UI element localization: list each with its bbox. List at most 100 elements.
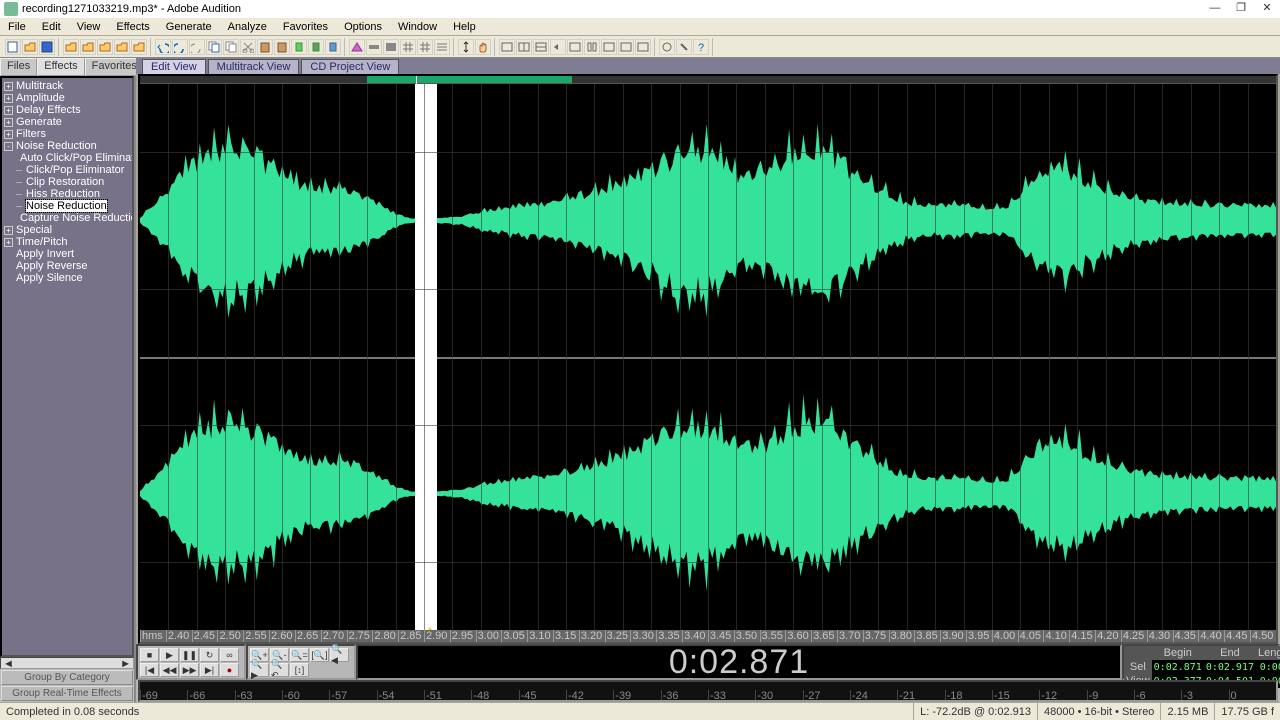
zoom-prev-icon[interactable]: 🔍↶	[270, 663, 289, 677]
menu-effects[interactable]: Effects	[108, 18, 157, 35]
tree-item[interactable]: Hiss Reduction	[2, 188, 132, 200]
open-file-icon[interactable]	[22, 39, 38, 55]
tree-label[interactable]: Apply Silence	[16, 272, 83, 284]
level-meter[interactable]: -69-66-63-60-57-54-51-48-45-42-39-36-33-…	[138, 680, 1278, 702]
menu-favorites[interactable]: Favorites	[275, 18, 336, 35]
minimize-button[interactable]: —	[1208, 2, 1222, 16]
left-tab-effects[interactable]: Effects	[37, 58, 84, 76]
marker-icon[interactable]	[325, 39, 341, 55]
tree-item[interactable]: +Time/Pitch	[2, 236, 132, 248]
tree-label[interactable]: Apply Invert	[16, 248, 74, 260]
waveform-canvas[interactable]	[140, 84, 1276, 630]
overview-bar[interactable]	[140, 76, 1276, 84]
view-tab-multitrack-view[interactable]: Multitrack View	[208, 59, 300, 74]
expand-toggle-icon[interactable]: +	[4, 106, 13, 115]
zoom-in-left-icon[interactable]: 🔍◀	[330, 648, 349, 662]
cut-icon[interactable]	[240, 39, 256, 55]
panel1-icon[interactable]	[499, 39, 515, 55]
grid3-icon[interactable]	[434, 39, 450, 55]
trim-icon[interactable]	[291, 39, 307, 55]
paste-icon[interactable]	[257, 39, 273, 55]
tree-scrollbar[interactable]: ◄►	[0, 657, 134, 669]
tree-label[interactable]: Multitrack	[16, 80, 63, 92]
tree-label[interactable]: Time/Pitch	[16, 236, 68, 248]
tree-label[interactable]: Capture Noise Reduction Profile	[20, 212, 134, 224]
copy-new-icon[interactable]	[206, 39, 222, 55]
waveform-display[interactable]: hms2.402.452.502.552.602.652.702.752.802…	[138, 74, 1278, 644]
tree-label[interactable]: Apply Reverse	[16, 260, 88, 272]
sel-begin[interactable]: 0:02.871	[1152, 660, 1204, 674]
tree-label[interactable]: Generate	[16, 116, 62, 128]
tree-item[interactable]: Auto Click/Pop Eliminator	[2, 152, 132, 164]
tree-item[interactable]: Noise Reduction	[2, 200, 132, 212]
redo-all-icon[interactable]	[189, 39, 205, 55]
tree-item[interactable]: +Delay Effects	[2, 104, 132, 116]
zoom-vert-icon[interactable]: [↕]	[290, 663, 309, 677]
settings-icon[interactable]	[659, 39, 675, 55]
loop-toggle-button[interactable]: ∞	[220, 648, 239, 662]
tree-label[interactable]: Special	[16, 224, 52, 236]
tree-item[interactable]: +Filters	[2, 128, 132, 140]
save-file-icon[interactable]	[39, 39, 55, 55]
open-multi-icon[interactable]	[63, 39, 79, 55]
tree-item[interactable]: Clip Restoration	[2, 176, 132, 188]
panel6-icon[interactable]	[584, 39, 600, 55]
time-ruler[interactable]: hms2.402.452.502.552.602.652.702.752.802…	[140, 630, 1276, 642]
expand-toggle-icon[interactable]: +	[4, 226, 13, 235]
left-tab-files[interactable]: Files	[0, 58, 37, 76]
panel7-icon[interactable]	[601, 39, 617, 55]
effects-tree[interactable]: +Multitrack+Amplitude+Delay Effects+Gene…	[0, 76, 134, 657]
menu-file[interactable]: File	[0, 18, 34, 35]
panel9-icon[interactable]	[635, 39, 651, 55]
grid-icon[interactable]	[400, 39, 416, 55]
pause-button[interactable]: ❚❚	[180, 648, 199, 662]
tree-label[interactable]: Amplitude	[16, 92, 65, 104]
selection-tool-icon[interactable]	[458, 39, 474, 55]
menu-options[interactable]: Options	[336, 18, 390, 35]
view-tab-edit-view[interactable]: Edit View	[142, 59, 206, 74]
panel2-icon[interactable]	[516, 39, 532, 55]
hand-tool-icon[interactable]	[475, 39, 491, 55]
spectral-h-icon[interactable]	[366, 39, 382, 55]
copy-icon[interactable]	[223, 39, 239, 55]
play-button[interactable]: ▶	[160, 648, 179, 662]
menu-generate[interactable]: Generate	[158, 18, 220, 35]
redo-icon[interactable]	[172, 39, 188, 55]
close-button[interactable]: ✕	[1260, 2, 1274, 16]
rewind-button[interactable]: ◀◀	[160, 663, 179, 677]
menu-help[interactable]: Help	[445, 18, 484, 35]
tree-item[interactable]: +Generate	[2, 116, 132, 128]
panel4-icon[interactable]	[550, 39, 566, 55]
open-append-icon[interactable]	[80, 39, 96, 55]
playhead-cursor[interactable]	[415, 84, 437, 630]
folder-arrow-icon[interactable]	[131, 39, 147, 55]
group-button[interactable]: Group Real-Time Effects	[1, 686, 133, 701]
menu-edit[interactable]: Edit	[34, 18, 69, 35]
record-button[interactable]: ●	[220, 663, 239, 677]
tree-item[interactable]: Click/Pop Eliminator	[2, 164, 132, 176]
expand-toggle-icon[interactable]: -	[4, 142, 13, 151]
tree-label[interactable]: Auto Click/Pop Eliminator	[20, 152, 134, 164]
go-start-button[interactable]: |◀	[140, 663, 159, 677]
folder-icon[interactable]	[97, 39, 113, 55]
undo-icon[interactable]	[155, 39, 171, 55]
menu-window[interactable]: Window	[390, 18, 445, 35]
tree-item[interactable]: Capture Noise Reduction Profile	[2, 212, 132, 224]
expand-toggle-icon[interactable]: +	[4, 94, 13, 103]
tree-item[interactable]: +Special	[2, 224, 132, 236]
forward-button[interactable]: ▶▶	[180, 663, 199, 677]
overview-viewport[interactable]	[367, 76, 571, 83]
tree-label[interactable]: Noise Reduction	[16, 140, 97, 152]
spectral-v-icon[interactable]	[383, 39, 399, 55]
tree-label[interactable]: Click/Pop Eliminator	[26, 164, 124, 176]
folder-star-icon[interactable]	[114, 39, 130, 55]
panel3-icon[interactable]	[533, 39, 549, 55]
wrench-icon[interactable]	[676, 39, 692, 55]
go-end-button[interactable]: ▶|	[200, 663, 219, 677]
expand-toggle-icon[interactable]: +	[4, 118, 13, 127]
tree-item[interactable]: +Multitrack	[2, 80, 132, 92]
tree-item[interactable]: Apply Reverse	[2, 260, 132, 272]
help-icon[interactable]: ?	[693, 39, 709, 55]
tree-item[interactable]: Apply Invert	[2, 248, 132, 260]
expand-toggle-icon[interactable]: +	[4, 238, 13, 247]
